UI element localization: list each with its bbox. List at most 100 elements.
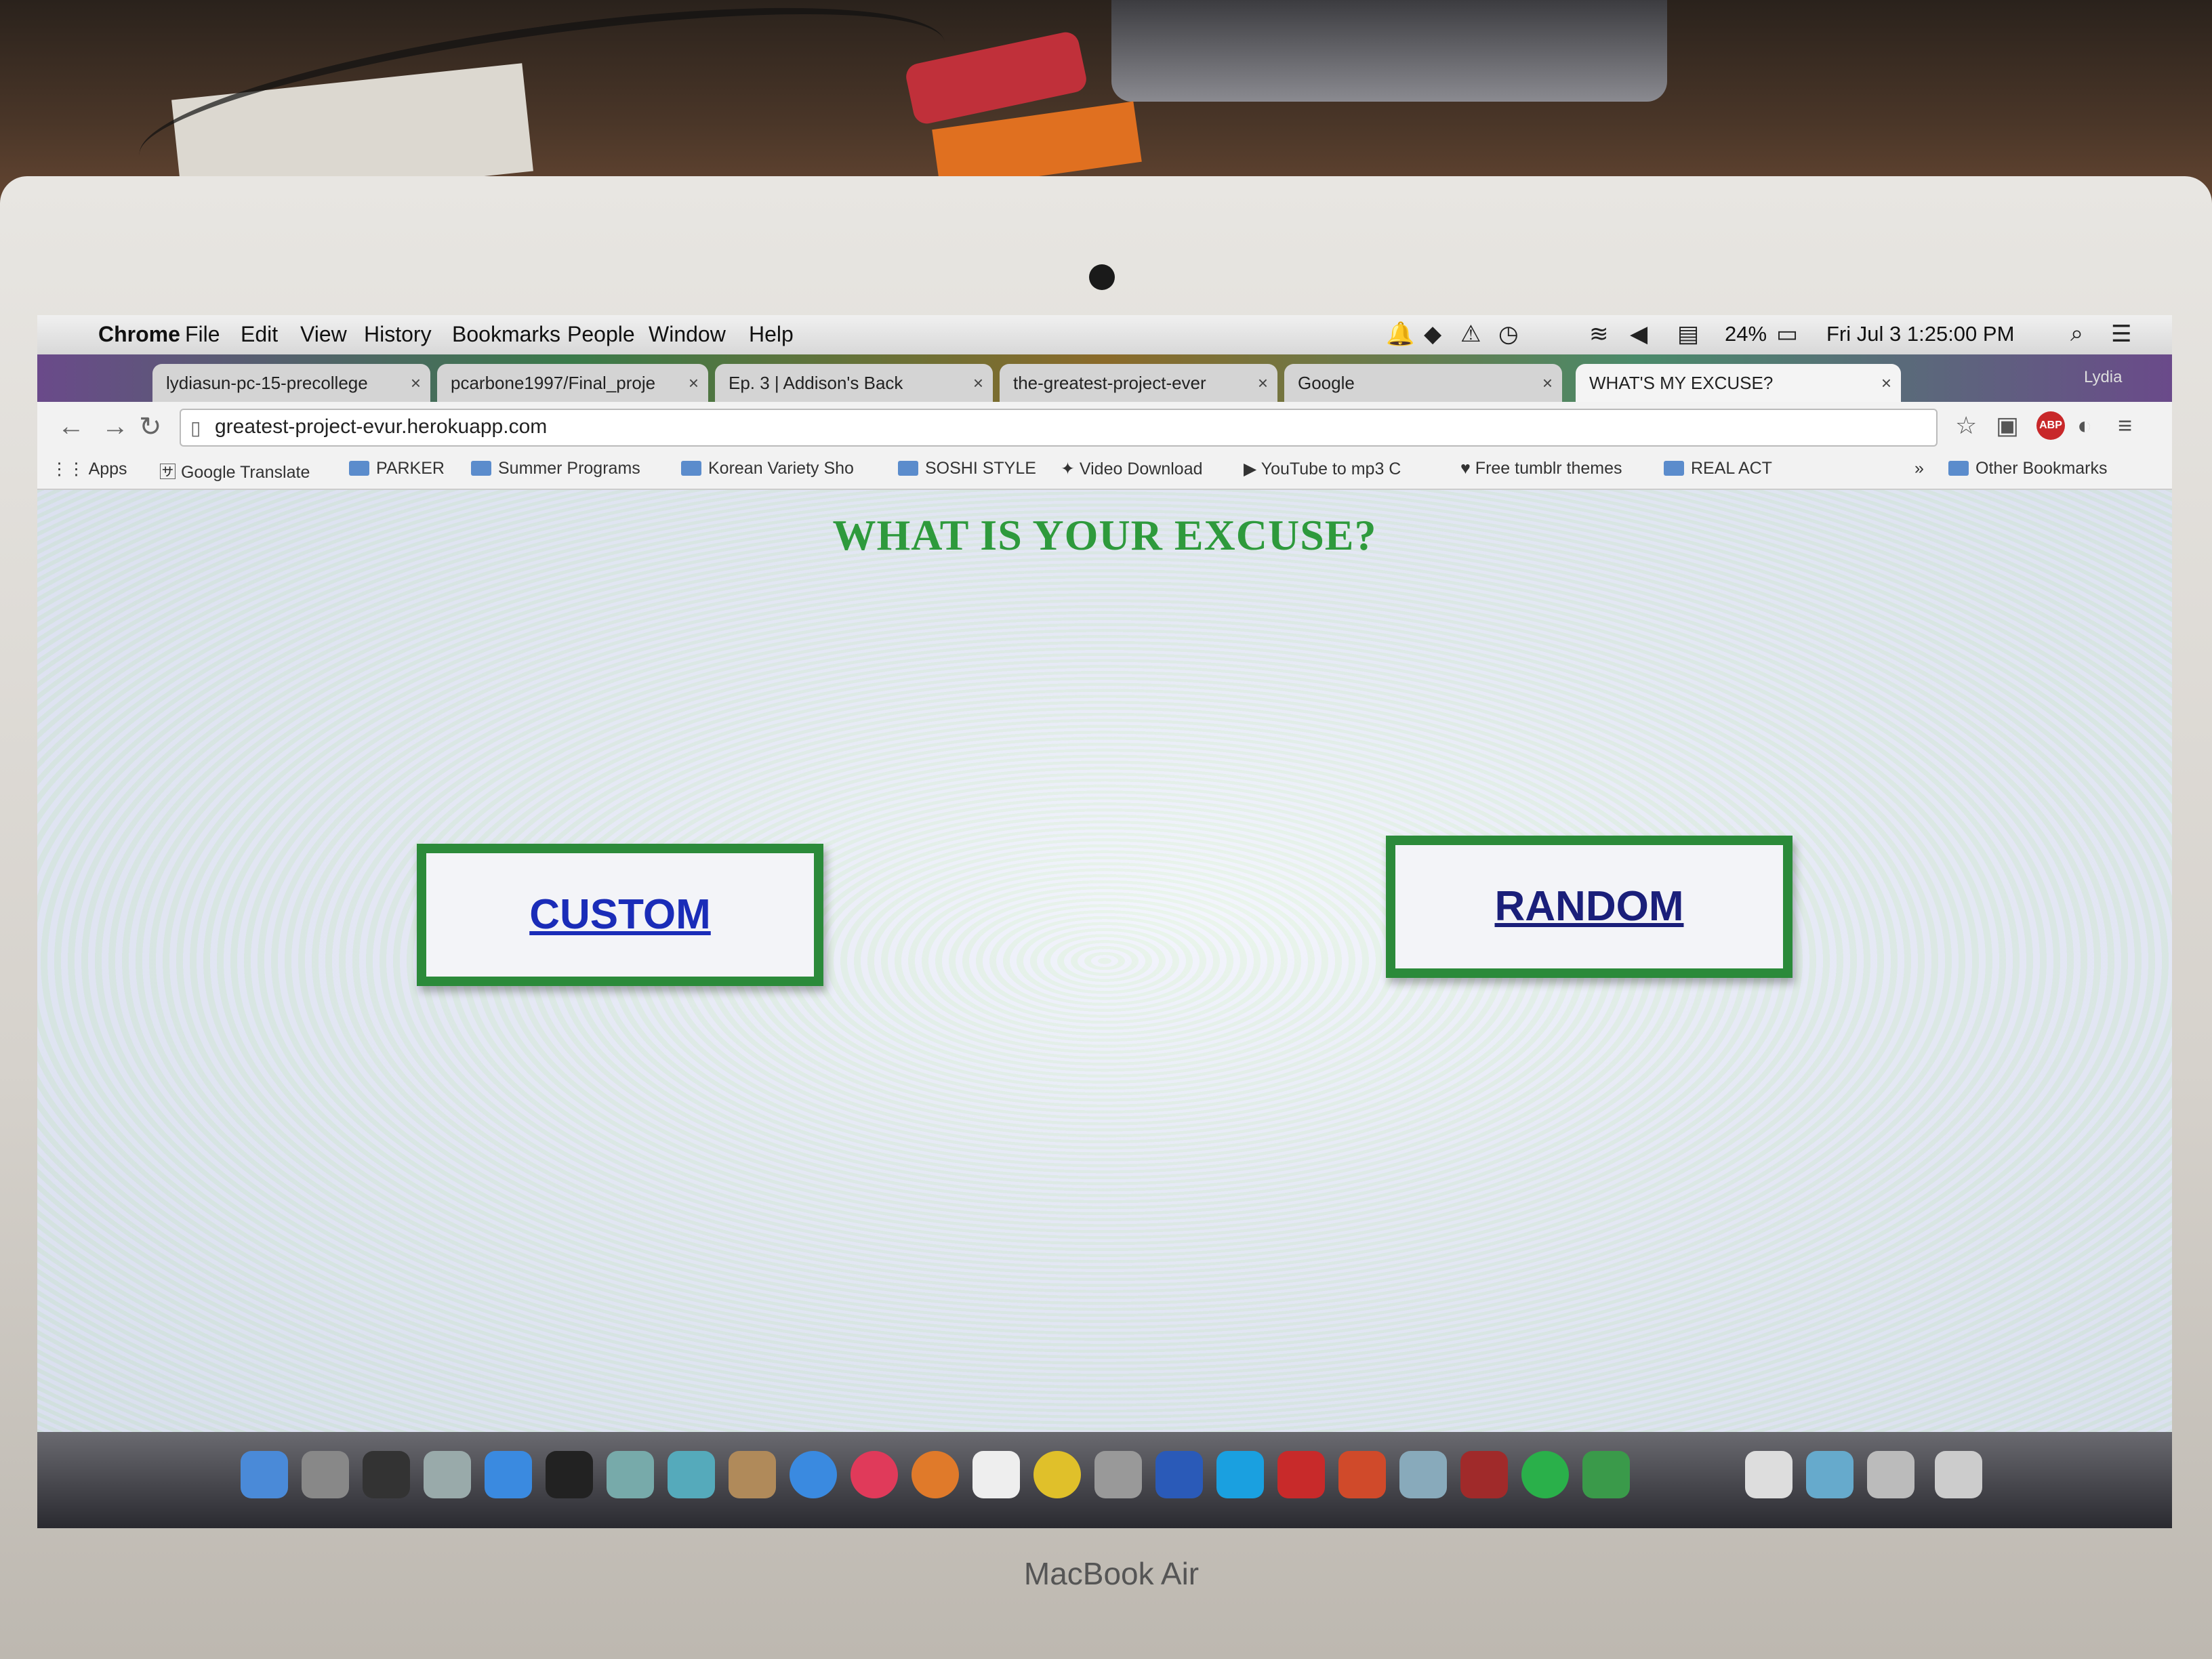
dock <box>37 1432 2172 1528</box>
screen-moire <box>37 490 2172 1432</box>
word-icon[interactable] <box>1155 1451 1203 1498</box>
bookmark-youtube-mp3[interactable]: ▶ YouTube to mp3 C <box>1244 459 1401 479</box>
random-button[interactable]: RANDOM <box>1386 836 1793 978</box>
photos-icon[interactable] <box>607 1451 654 1498</box>
bookmark-video-download[interactable]: ✦ Video Download <box>1061 459 1203 479</box>
tab-label: WHAT'S MY EXCUSE? <box>1589 373 1774 393</box>
tab-3[interactable]: Ep. 3 | Addison's Back × <box>715 364 993 402</box>
folder-icon <box>1948 461 1969 476</box>
battery-icon[interactable]: ▭ <box>1776 321 1798 348</box>
contacts-icon[interactable] <box>729 1451 776 1498</box>
menu-view[interactable]: View <box>300 322 347 347</box>
spotlight-icon[interactable]: ⌕ <box>2070 321 2083 347</box>
clock[interactable]: Fri Jul 3 1:25:00 PM <box>1826 322 2014 346</box>
menu-edit[interactable]: Edit <box>241 322 278 347</box>
menu-icon[interactable]: ≡ <box>2118 411 2132 440</box>
close-icon[interactable]: × <box>411 364 421 402</box>
tab-4[interactable]: the-greatest-project-ever × <box>1000 364 1277 402</box>
stack-icon[interactable] <box>1867 1451 1914 1498</box>
notification-center-icon[interactable]: ☰ <box>2111 321 2131 348</box>
notification-icon[interactable]: 🔔 <box>1386 321 1414 348</box>
random-link[interactable]: RANDOM <box>1395 845 1783 968</box>
tab-2[interactable]: pcarbone1997/Final_proje × <box>437 364 708 402</box>
document-icon[interactable] <box>1745 1451 1793 1498</box>
address-bar[interactable]: ▯ greatest-project-evur.herokuapp.com <box>180 409 1938 447</box>
trash-icon[interactable] <box>1935 1451 1982 1498</box>
calendar-icon[interactable] <box>972 1451 1020 1498</box>
mission-control-icon[interactable] <box>363 1451 410 1498</box>
powerpoint-icon[interactable] <box>1338 1451 1386 1498</box>
bookmark-other[interactable]: Other Bookmarks <box>1948 459 2108 478</box>
system-preferences-icon[interactable] <box>302 1451 349 1498</box>
ibooks-icon[interactable] <box>912 1451 959 1498</box>
bookmark-star-icon[interactable]: ☆ <box>1955 411 1977 440</box>
heart-icon: ♥ <box>1460 459 1475 478</box>
close-icon[interactable]: × <box>689 364 699 402</box>
time-machine-icon[interactable]: ◷ <box>1498 321 1519 348</box>
skype-icon[interactable] <box>1216 1451 1264 1498</box>
bookmark-summer-programs[interactable]: Summer Programs <box>471 459 640 478</box>
launchpad-icon[interactable] <box>424 1451 471 1498</box>
tab-strip: lydiasun-pc-15-precollege × pcarbone1997/… <box>37 354 2172 402</box>
forward-icon[interactable]: → <box>102 411 129 442</box>
spotify-icon[interactable] <box>1521 1451 1569 1498</box>
tab-1[interactable]: lydiasun-pc-15-precollege × <box>152 364 430 402</box>
dictionary-icon[interactable] <box>1460 1451 1508 1498</box>
bookmark-soshi-style[interactable]: SOSHI STYLE <box>898 459 1036 478</box>
messages-icon[interactable] <box>668 1451 715 1498</box>
photo-booth-icon[interactable] <box>1094 1451 1142 1498</box>
battery-percent[interactable]: 24% <box>1725 322 1767 346</box>
safari-icon[interactable] <box>790 1451 837 1498</box>
extension-icon[interactable]: ◐ <box>2077 411 2092 440</box>
alert-icon[interactable]: ⚠ <box>1460 321 1481 348</box>
close-icon[interactable]: × <box>1258 364 1268 402</box>
menubar: Chrome File Edit View History Bookmarks … <box>37 315 2172 354</box>
menu-people[interactable]: People <box>567 322 635 347</box>
close-icon[interactable]: × <box>1542 364 1553 402</box>
dropbox-icon[interactable]: ◆ <box>1424 321 1441 348</box>
downloads-folder-icon[interactable] <box>1806 1451 1853 1498</box>
close-icon[interactable]: × <box>1881 364 1891 402</box>
itunes-icon[interactable] <box>851 1451 898 1498</box>
bookmark-korean-variety[interactable]: Korean Variety Sho <box>681 459 854 478</box>
bookmark-label: YouTube to mp3 C <box>1261 459 1401 478</box>
facetime-icon[interactable] <box>1582 1451 1630 1498</box>
finder-icon[interactable] <box>241 1451 288 1498</box>
web-page: WHAT IS YOUR EXCUSE? CUSTOM RANDOM <box>37 490 2172 1432</box>
bookmark-google-translate[interactable]: 🈂 Google Translate <box>159 459 310 483</box>
back-icon[interactable]: ← <box>58 411 85 442</box>
menu-file[interactable]: File <box>185 322 220 347</box>
wifi-icon[interactable]: ≋ <box>1589 321 1609 348</box>
tab-5[interactable]: Google × <box>1284 364 1562 402</box>
custom-link[interactable]: CUSTOM <box>426 853 814 977</box>
tab-active[interactable]: WHAT'S MY EXCUSE? × <box>1576 364 1901 402</box>
adblock-icon[interactable]: ABP <box>2036 411 2065 440</box>
profile-name[interactable]: Lydia <box>2084 368 2122 387</box>
dvd-player-icon[interactable] <box>546 1451 593 1498</box>
menu-bookmarks[interactable]: Bookmarks <box>452 322 560 347</box>
menu-window[interactable]: Window <box>649 322 726 347</box>
chrome-icon[interactable] <box>1033 1451 1081 1498</box>
bookmark-label: Korean Variety Sho <box>708 459 854 478</box>
bookmark-real-act[interactable]: REAL ACT <box>1664 459 1772 478</box>
url-text[interactable]: greatest-project-evur.herokuapp.com <box>215 415 547 438</box>
custom-button[interactable]: CUSTOM <box>417 844 823 986</box>
app-store-icon[interactable] <box>485 1451 532 1498</box>
close-icon[interactable]: × <box>973 364 983 402</box>
bookmarks-overflow-icon[interactable]: » <box>1914 459 1924 478</box>
bookmark-apps[interactable]: ⋮⋮ Apps <box>51 459 127 479</box>
preview-icon[interactable] <box>1399 1451 1447 1498</box>
bookmark-parker[interactable]: PARKER <box>349 459 445 478</box>
bookmark-tumblr-themes[interactable]: ♥ Free tumblr themes <box>1460 459 1622 478</box>
instagram-icon[interactable]: ▣ <box>1996 411 2019 440</box>
menu-app-name[interactable]: Chrome <box>98 322 180 347</box>
download-icon: ✦ <box>1061 459 1080 478</box>
menu-history[interactable]: History <box>364 322 432 347</box>
acrobat-icon[interactable] <box>1277 1451 1325 1498</box>
bookmark-label: Summer Programs <box>498 459 640 478</box>
flag-icon[interactable]: ▤ <box>1677 321 1699 348</box>
volume-icon[interactable]: ◀ <box>1630 321 1647 348</box>
menu-help[interactable]: Help <box>749 322 794 347</box>
folder-icon <box>681 461 701 476</box>
reload-icon[interactable]: ↻ <box>139 411 162 443</box>
